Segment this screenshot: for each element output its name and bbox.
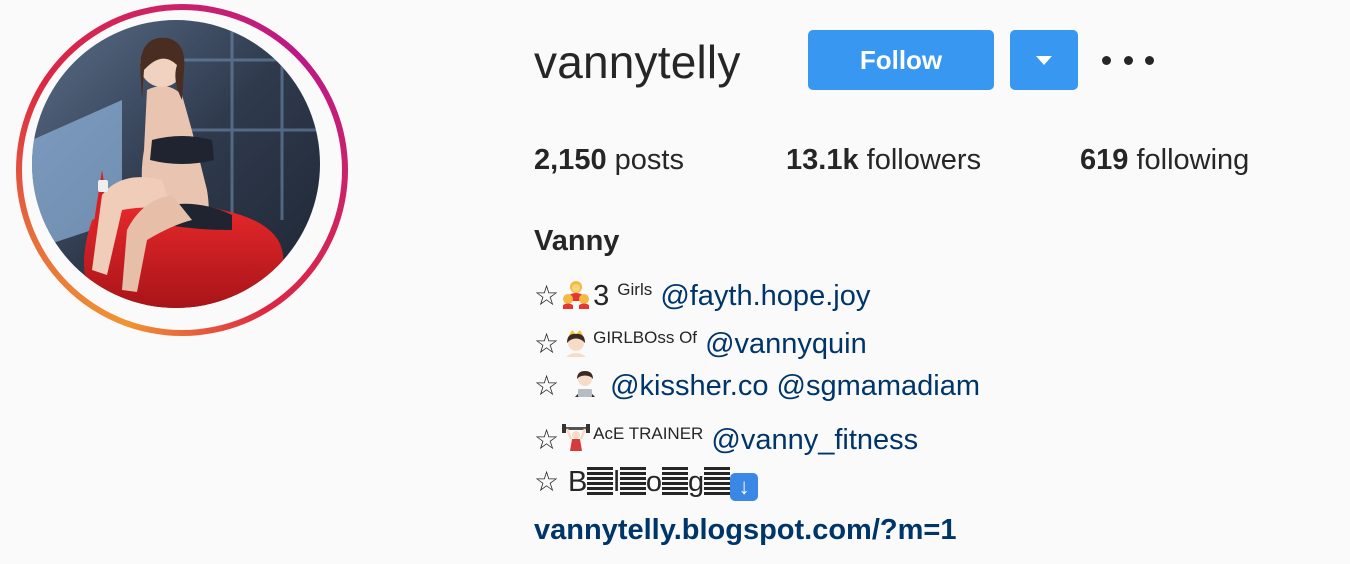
- more-options-icon[interactable]: [1102, 44, 1154, 76]
- avatar-photo: [32, 20, 320, 308]
- bio-line-2: ☆ GIRLBOss Of @vannyquin: [534, 318, 867, 364]
- following-count: 619: [1080, 144, 1129, 176]
- bio-line-5: ☆ Bl o g ↓: [534, 462, 759, 502]
- full-name: Vanny: [534, 225, 620, 257]
- family-girls-icon: [563, 281, 590, 309]
- following-stat[interactable]: 619 following: [1080, 140, 1249, 180]
- suggested-dropdown-button[interactable]: [1010, 30, 1078, 90]
- posts-stat: 2,150 posts: [534, 140, 684, 180]
- username: vannytelly: [534, 36, 741, 88]
- mention-link[interactable]: @vanny_fitness: [711, 424, 918, 456]
- follow-button[interactable]: Follow: [808, 30, 994, 90]
- blog-letter: o: [645, 466, 662, 498]
- star-icon: ☆: [534, 327, 560, 360]
- bio-line-1: ☆ 3 Girls @fayth.hope.joy: [534, 270, 870, 316]
- bars-icon: [619, 467, 646, 495]
- technologist-icon: [575, 371, 596, 397]
- star-icon: ☆: [534, 465, 569, 498]
- followers-count: 13.1k: [786, 144, 859, 176]
- star-icon: ☆: [534, 369, 569, 402]
- bars-icon: [587, 467, 614, 495]
- followers-label: followers: [858, 144, 982, 176]
- bio-line-4: ☆ AcE TRAINER @vanny_fitness: [534, 414, 918, 460]
- bio-line-1-text: 3: [593, 280, 618, 312]
- bars-icon: [704, 467, 731, 495]
- bio-line-4-superscript: AcE TRAINER: [593, 424, 704, 443]
- posts-label: posts: [606, 144, 684, 176]
- star-icon: ☆: [534, 279, 560, 312]
- bars-icon: [661, 467, 688, 495]
- dot: [1145, 55, 1154, 65]
- posts-count: 2,150: [534, 144, 607, 176]
- blog-letter: B: [568, 466, 588, 498]
- mention-link[interactable]: @sgmamadiam: [777, 370, 981, 402]
- followers-stat[interactable]: 13.1k followers: [786, 140, 981, 180]
- bio-line-1-superscript: Girls: [617, 280, 653, 299]
- blog-letter: g: [687, 466, 705, 498]
- mention-link[interactable]: @vannyquin: [705, 328, 867, 360]
- star-icon: ☆: [534, 423, 560, 456]
- mention-link[interactable]: @fayth.hope.joy: [660, 280, 870, 312]
- down-arrow-icon: ↓: [730, 473, 759, 501]
- princess-icon: [566, 330, 587, 357]
- avatar[interactable]: [32, 20, 320, 308]
- chevron-down-icon: [1036, 55, 1052, 65]
- following-label: following: [1128, 144, 1250, 176]
- dot: [1102, 55, 1111, 65]
- story-ring[interactable]: [16, 4, 348, 336]
- dot: [1123, 55, 1133, 65]
- bio-line-2-superscript: GIRLBOss Of: [593, 328, 698, 347]
- website-link[interactable]: vannytelly.blogspot.com/?m=1: [534, 510, 956, 550]
- weightlifter-icon: [562, 424, 591, 451]
- bio-line-3: ☆ @kissher.co @sgmamadiam: [534, 366, 980, 406]
- mention-link[interactable]: @kissher.co: [610, 370, 768, 402]
